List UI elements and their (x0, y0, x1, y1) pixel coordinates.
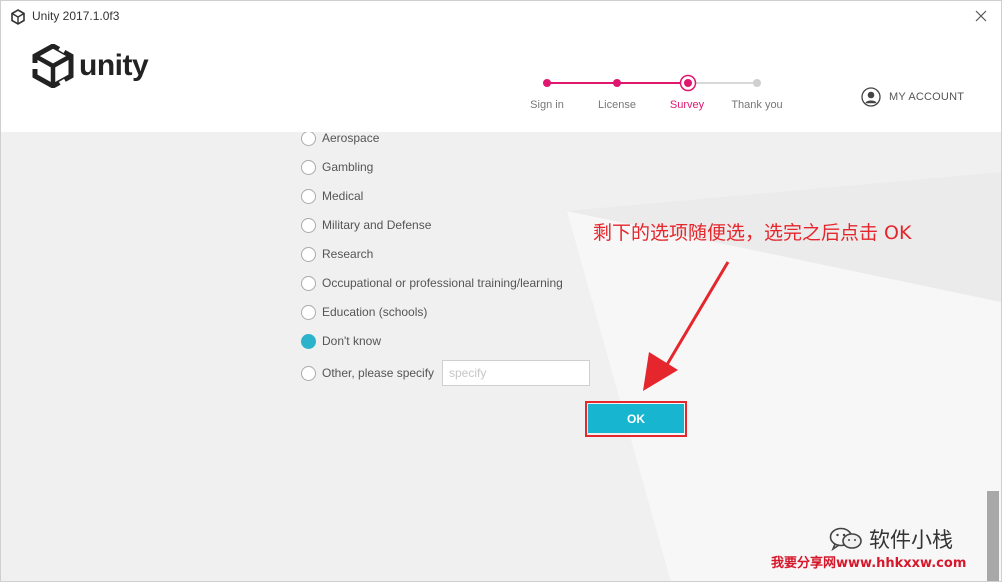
step-label-sign-in: Sign in (530, 99, 564, 111)
installer-window: Unity 2017.1.0f3 unity Sign in License S… (0, 0, 1002, 582)
watermark-url: 我要分享网www.hhkxxw.com (771, 556, 967, 571)
unity-cube-icon (32, 44, 74, 88)
annotation-arrow-icon (643, 261, 730, 391)
my-account-label: MY ACCOUNT (889, 91, 965, 103)
step-connector (547, 82, 617, 84)
logo-wordmark: unity (79, 49, 149, 82)
title-bar: Unity 2017.1.0f3 (1, 1, 1001, 33)
step-label-license: License (598, 99, 636, 111)
window-title: Unity 2017.1.0f3 (32, 9, 120, 23)
unity-logo: unity (32, 44, 149, 88)
close-icon (975, 10, 987, 22)
survey-content: Aerospace Gambling Medical Military and … (1, 132, 1001, 581)
installer-header (1, 33, 1001, 132)
user-avatar-icon (861, 87, 881, 107)
step-label-survey: Survey (669, 99, 705, 111)
watermark: 软件小栈 (829, 524, 953, 554)
step-dot-thank-you (753, 79, 761, 87)
my-account-button[interactable]: MY ACCOUNT (861, 87, 964, 107)
step-dot-license (613, 79, 621, 87)
step-connector (617, 82, 687, 84)
progress-stepper: Sign in License Survey Thank you (521, 71, 801, 121)
close-button[interactable] (961, 1, 1001, 31)
wechat-icon (829, 527, 862, 552)
scrollbar-thumb[interactable] (987, 491, 999, 581)
step-dot-survey (679, 74, 697, 92)
step-label-thank-you: Thank you (731, 99, 783, 111)
step-dot-sign-in (543, 79, 551, 87)
unity-app-icon (11, 9, 25, 25)
watermark-text: 软件小栈 (869, 528, 953, 552)
step-connector (687, 82, 757, 84)
